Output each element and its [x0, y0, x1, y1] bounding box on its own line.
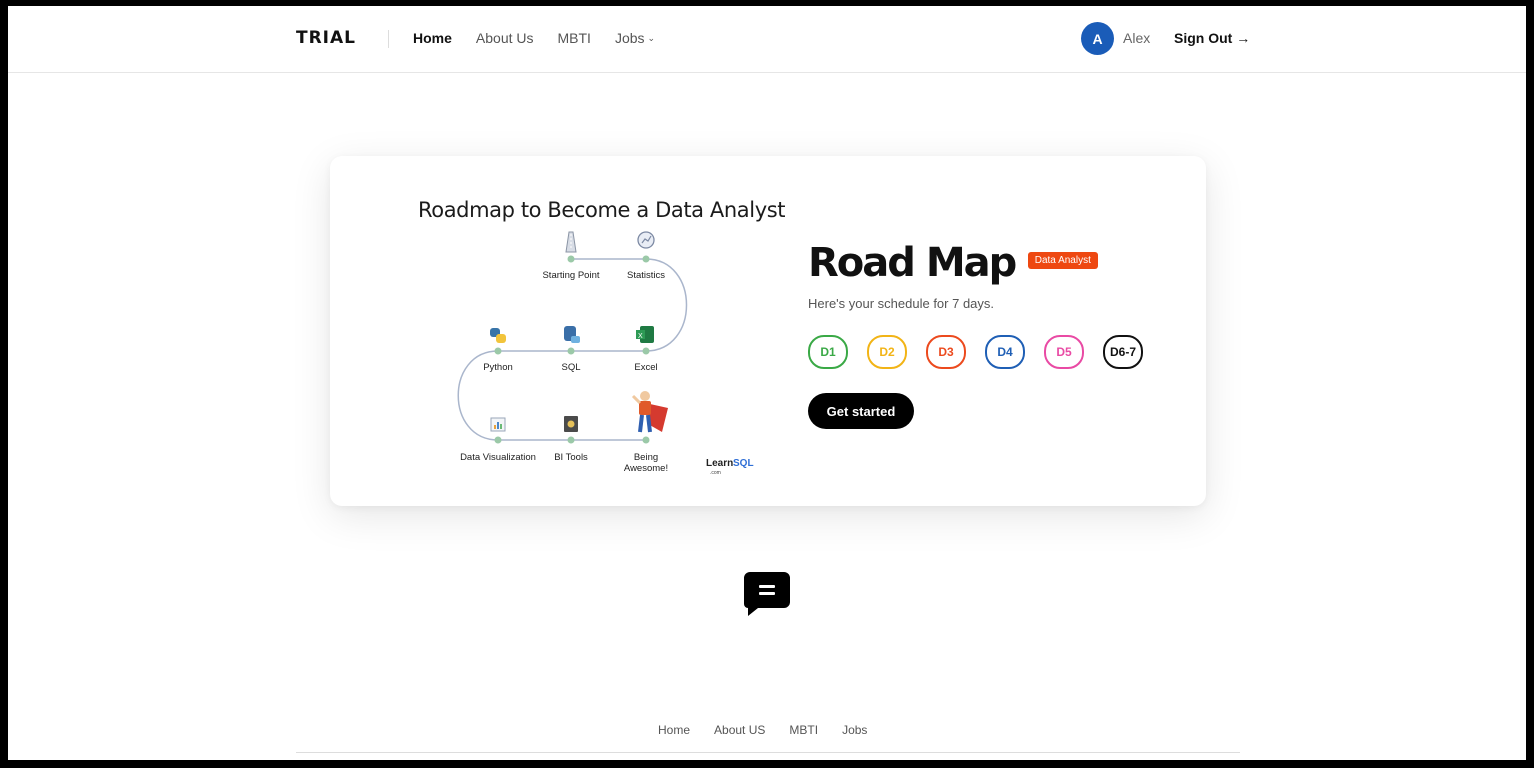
avatar[interactable]: A — [1081, 22, 1114, 55]
node-label-awesome: Awesome! — [624, 463, 668, 474]
chevron-down-icon: ⌄ — [647, 32, 656, 43]
role-badge: Data Analyst — [1027, 252, 1098, 269]
user-name: Alex — [1123, 30, 1151, 46]
node-label-python: Python — [483, 362, 513, 373]
footer-link-mbti[interactable]: MBTI — [789, 723, 818, 737]
day-button-d5[interactable]: D5 — [1044, 335, 1084, 369]
footer-divider — [296, 752, 1240, 753]
nav-home[interactable]: Home — [413, 30, 452, 46]
road-icon — [565, 231, 577, 253]
svg-text:X: X — [638, 333, 643, 340]
roadmap-card: Roadmap to Become a Data Analyst X Start… — [330, 156, 1206, 506]
chart-board-icon — [490, 417, 506, 432]
logo[interactable]: TRIAL — [296, 28, 356, 48]
node-label-bi-tools: BI Tools — [554, 452, 588, 463]
day-buttons: D1 D2 D3 D4 D5 D6-7 — [808, 335, 1143, 369]
divider — [388, 30, 389, 48]
node-label-data-visualization: Data Visualization — [460, 452, 536, 463]
database-icon — [564, 326, 580, 343]
day-button-d3[interactable]: D3 — [926, 335, 966, 369]
day-button-d6-7[interactable]: D6-7 — [1103, 335, 1143, 369]
sign-out-link[interactable]: Sign Out → — [1174, 30, 1250, 46]
learnsql-brand-com: .com — [710, 470, 721, 476]
main-nav: Home About Us MBTI Jobs ⌄ — [413, 30, 679, 46]
day-button-d1[interactable]: D1 — [808, 335, 848, 369]
day-button-d4[interactable]: D4 — [985, 335, 1025, 369]
nav-mbti[interactable]: MBTI — [558, 30, 591, 46]
bi-tools-icon — [564, 416, 578, 432]
roadmap-info: Road Map Data Analyst Here's your schedu… — [808, 240, 1143, 429]
footer-link-home[interactable]: Home — [658, 723, 690, 737]
get-started-button[interactable]: Get started — [808, 393, 914, 429]
node-label-excel: Excel — [634, 362, 657, 373]
day-button-d2[interactable]: D2 — [867, 335, 907, 369]
statistics-icon — [637, 231, 655, 249]
schedule-subtitle: Here's your schedule for 7 days. — [808, 296, 995, 311]
node-label-starting-point: Starting Point — [542, 270, 599, 281]
node-label-sql: SQL — [561, 362, 580, 373]
learnsql-brand-learn: Learn — [706, 458, 733, 469]
page: TRIAL Home About Us MBTI Jobs ⌄ A Alex Si… — [8, 6, 1526, 760]
footer-link-about-us[interactable]: About US — [714, 723, 765, 737]
nav-jobs[interactable]: Jobs ⌄ — [615, 30, 655, 46]
footer-link-jobs[interactable]: Jobs — [842, 723, 867, 737]
roadmap-diagram: X Starting Point Statistics Python SQL E… — [457, 231, 754, 476]
python-icon — [490, 328, 506, 343]
nav-about-us[interactable]: About Us — [476, 30, 534, 46]
superhero-icon — [631, 391, 668, 433]
top-navbar: TRIAL Home About Us MBTI Jobs ⌄ A Alex Si… — [8, 6, 1526, 73]
node-label-being: Being — [634, 452, 658, 463]
learnsql-brand-sql: SQL — [733, 458, 754, 469]
excel-icon: X — [636, 326, 654, 343]
nav-jobs-label: Jobs — [614, 30, 645, 46]
node-label-statistics: Statistics — [627, 270, 665, 281]
chat-bubble-icon[interactable] — [744, 572, 792, 616]
footer-nav: Home About US MBTI Jobs — [658, 723, 891, 737]
page-title: Road Map — [808, 240, 1017, 286]
